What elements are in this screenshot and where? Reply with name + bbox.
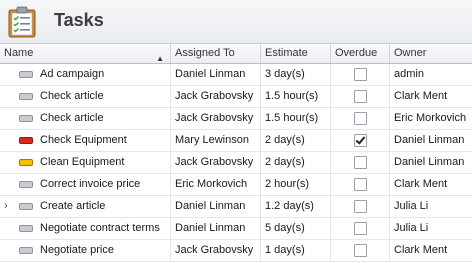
cell-owner[interactable]: admin: [390, 64, 472, 85]
overdue-checkbox[interactable]: [354, 68, 367, 81]
cell-name[interactable]: Check article: [0, 108, 171, 129]
cell-owner[interactable]: Julia Li: [390, 218, 472, 239]
cell-overdue[interactable]: [331, 64, 390, 85]
table-row[interactable]: Check Equipment Mary Lewinson 2 day(s) Dani…: [0, 130, 472, 152]
cell-overdue[interactable]: [331, 196, 390, 217]
table-row[interactable]: Ad campaign Daniel Linman 3 day(s) admin: [0, 64, 472, 86]
cell-estimate[interactable]: 3 day(s): [261, 64, 331, 85]
column-header-name[interactable]: Name ▲: [0, 44, 171, 63]
column-header-row: Name ▲ Assigned To Estimate Overdue Owne…: [0, 44, 472, 64]
overdue-checkbox[interactable]: [354, 178, 367, 191]
cell-name[interactable]: Check Equipment: [0, 130, 171, 151]
cell-overdue[interactable]: [331, 130, 390, 151]
overdue-checkbox[interactable]: [354, 112, 367, 125]
cell-owner[interactable]: Clark Ment: [390, 174, 472, 195]
overdue-checkbox[interactable]: [354, 244, 367, 257]
table-row[interactable]: Negotiate contract terms Daniel Linman 5 d…: [0, 218, 472, 240]
cell-name[interactable]: Ad campaign: [0, 64, 171, 85]
cell-estimate[interactable]: 1.2 day(s): [261, 196, 331, 217]
panel-title: Tasks: [54, 10, 104, 30]
column-header-estimate[interactable]: Estimate: [261, 44, 331, 63]
column-header-owner[interactable]: Owner: [390, 44, 472, 63]
table-row[interactable]: › Create article Daniel Linman 1.2 day(s) Ju…: [0, 196, 472, 218]
cell-name[interactable]: Negotiate price: [0, 240, 171, 261]
overdue-checkbox[interactable]: [354, 156, 367, 169]
column-header-label: Owner: [394, 47, 427, 59]
cell-owner[interactable]: Daniel Linman: [390, 152, 472, 173]
cell-name[interactable]: Clean Equipment: [0, 152, 171, 173]
column-header-overdue[interactable]: Overdue: [331, 44, 390, 63]
cell-overdue[interactable]: [331, 152, 390, 173]
overdue-checkbox[interactable]: [354, 90, 367, 103]
table-row[interactable]: Check article Jack Grabovsky 1.5 hour(s) Cl…: [0, 86, 472, 108]
column-header-assigned-to[interactable]: Assigned To: [171, 44, 261, 63]
column-header-label: Name: [4, 47, 34, 59]
cell-overdue[interactable]: [331, 108, 390, 129]
cell-overdue[interactable]: [331, 174, 390, 195]
table-row[interactable]: Correct invoice price Eric Morkovich 2 hou…: [0, 174, 472, 196]
cell-owner[interactable]: Daniel Linman: [390, 130, 472, 151]
table-row[interactable]: Negotiate price Jack Grabovsky 1 day(s) Cla…: [0, 240, 472, 262]
overdue-checkbox[interactable]: [354, 222, 367, 235]
cell-assigned-to[interactable]: Daniel Linman: [171, 64, 261, 85]
cell-estimate[interactable]: 1.5 hour(s): [261, 86, 331, 107]
cell-owner[interactable]: Clark Ment: [390, 86, 472, 107]
cell-assigned-to[interactable]: Daniel Linman: [171, 196, 261, 217]
overdue-checkbox[interactable]: [354, 200, 367, 213]
table-row[interactable]: Check article Jack Grabovsky 1.5 hour(s) Er…: [0, 108, 472, 130]
cell-overdue[interactable]: [331, 240, 390, 261]
cell-name[interactable]: Check article: [0, 86, 171, 107]
cell-assigned-to[interactable]: Mary Lewinson: [171, 130, 261, 151]
cell-owner[interactable]: Clark Ment: [390, 240, 472, 261]
cell-name[interactable]: Negotiate contract terms: [0, 218, 171, 239]
column-header-label: Assigned To: [175, 47, 235, 59]
cell-owner[interactable]: Julia Li: [390, 196, 472, 217]
column-header-label: Estimate: [265, 47, 308, 59]
cell-assigned-to[interactable]: Jack Grabovsky: [171, 108, 261, 129]
tasks-grid[interactable]: Name ▲ Assigned To Estimate Overdue Owne…: [0, 44, 472, 263]
cell-assigned-to[interactable]: Jack Grabovsky: [171, 152, 261, 173]
cell-name[interactable]: Correct invoice price: [0, 174, 171, 195]
cell-owner[interactable]: Eric Morkovich: [390, 108, 472, 129]
cell-assigned-to[interactable]: Jack Grabovsky: [171, 240, 261, 261]
cell-estimate[interactable]: 2 hour(s): [261, 174, 331, 195]
cell-estimate[interactable]: 1 day(s): [261, 240, 331, 261]
cell-estimate[interactable]: 5 day(s): [261, 218, 331, 239]
column-header-label: Overdue: [335, 47, 378, 59]
cell-estimate[interactable]: 2 day(s): [261, 152, 331, 173]
cell-name[interactable]: Create article: [0, 196, 171, 217]
cell-estimate[interactable]: 2 day(s): [261, 130, 331, 151]
cell-overdue[interactable]: [331, 86, 390, 107]
cell-assigned-to[interactable]: Daniel Linman: [171, 218, 261, 239]
clipboard-checklist-icon: [8, 6, 36, 38]
cell-assigned-to[interactable]: Jack Grabovsky: [171, 86, 261, 107]
panel-header: Tasks: [0, 0, 472, 44]
cell-estimate[interactable]: 1.5 hour(s): [261, 108, 331, 129]
cell-assigned-to[interactable]: Eric Morkovich: [171, 174, 261, 195]
cell-overdue[interactable]: [331, 218, 390, 239]
table-row[interactable]: Clean Equipment Jack Grabovsky 2 day(s) Dan…: [0, 152, 472, 174]
overdue-checkbox[interactable]: [354, 134, 367, 147]
